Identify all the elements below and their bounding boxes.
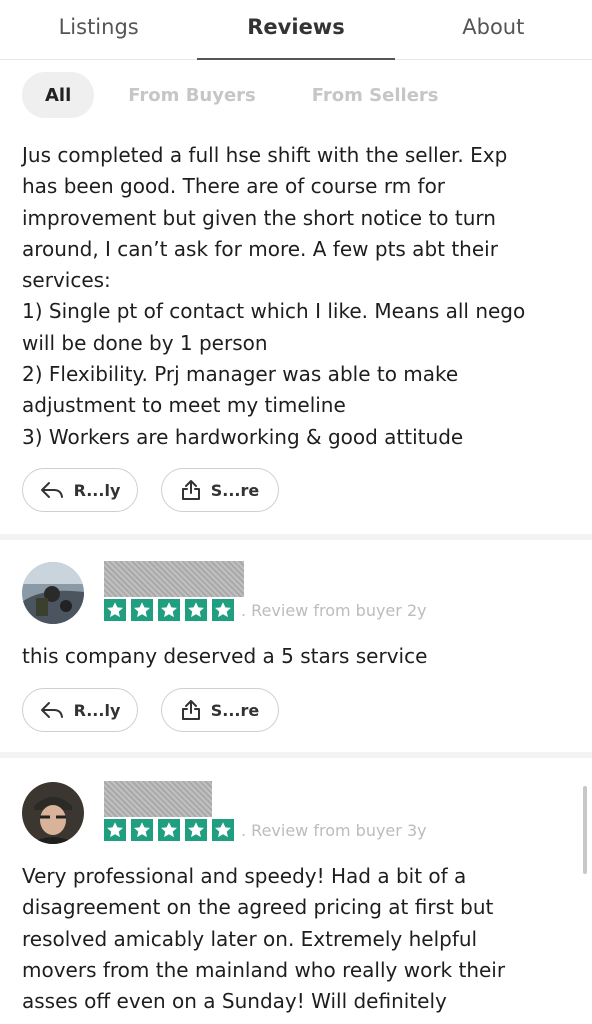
review-line: around, I can’t ask for more. A few pts … [22,236,498,261]
avatar[interactable] [22,782,84,844]
reply-button[interactable]: R...ly [22,468,138,512]
star-icon [104,599,126,621]
review-line: disagreement on the agreed pricing at fi… [22,895,494,920]
reply-label: R...ly [73,480,121,500]
reply-arrow-icon [40,482,63,498]
review-line: services: [22,268,111,293]
tab-about[interactable]: About [395,0,592,59]
star-icon [104,819,126,841]
tab-listings[interactable]: Listings [0,0,197,59]
filter-from-buyers[interactable]: From Buyers [106,72,277,118]
scrollbar[interactable] [583,786,587,874]
share-upload-icon [181,480,200,500]
review-meta: . Review from buyer 3y [241,820,427,840]
review-meta: . Review from buyer 2y [241,600,427,620]
review-line: movers from the mainland who really work… [22,957,506,982]
review-filter-bar: All From Buyers From Sellers [22,72,473,118]
star-icon [185,599,207,621]
share-button[interactable]: S...re [161,688,279,732]
star-icon [212,819,234,841]
filter-all[interactable]: All [22,72,95,118]
review-line: will be done by 1 person [22,330,268,355]
review-line: has been good. There are of course rm fo… [22,174,446,199]
tab-bar: Listings Reviews About [0,0,592,60]
share-label: S...re [210,480,260,500]
review-line: Jus completed a full hse shift with the … [22,143,508,167]
share-label: S...re [210,700,260,720]
star-icon [131,819,153,841]
share-upload-icon [181,700,200,720]
divider [0,534,592,540]
rating-stars: . Review from buyer 2y [104,598,427,622]
review-card-1: Jus completed a full hse shift with the … [22,140,582,453]
reviewer-name-redacted [104,781,212,817]
reply-label: R...ly [73,700,121,720]
review-line: adjustment to meet my timeline [22,393,346,418]
star-icon [131,599,153,621]
review-line: asses off even on a Sunday! Will definit… [22,989,447,1014]
review-actions: R...ly S...re [22,468,302,512]
reviewer-name-redacted [104,561,244,597]
share-button[interactable]: S...re [161,468,279,512]
star-icon [158,599,180,621]
star-icon [212,599,234,621]
review-text: Very professional and speedy! Had a bit … [22,861,505,1017]
divider [0,752,592,758]
review-actions: R...ly S...re [22,688,302,732]
review-text: this company deserved a 5 stars service [22,644,428,668]
star-icon [158,819,180,841]
reply-arrow-icon [40,702,63,718]
review-line: improvement but given the short notice t… [22,205,496,230]
avatar[interactable] [22,562,84,624]
tab-reviews[interactable]: Reviews [197,0,395,60]
review-line: 1) Single pt of contact which I like. Me… [22,299,526,324]
review-line: Very professional and speedy! Had a bit … [22,864,467,888]
review-text: Jus completed a full hse shift with the … [22,140,582,453]
star-icon [185,819,207,841]
rating-stars: . Review from buyer 3y [104,818,427,842]
filter-from-sellers[interactable]: From Sellers [290,72,461,118]
review-line: 3) Workers are hardworking & good attitu… [22,424,464,449]
review-line: 2) Flexibility. Prj manager was able to … [22,362,459,387]
review-line: resolved amicably later on. Extremely he… [22,926,478,951]
reply-button[interactable]: R...ly [22,688,138,732]
